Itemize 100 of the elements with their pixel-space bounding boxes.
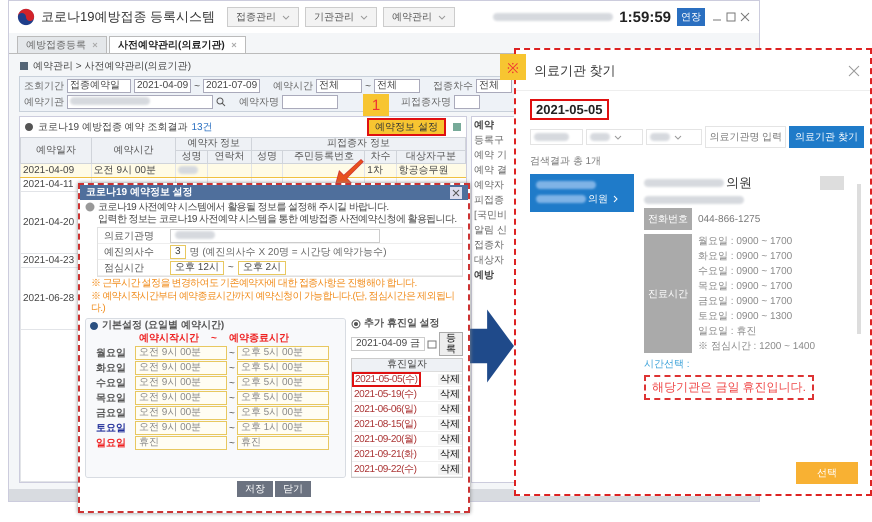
end-time-field[interactable]: 오후 5시 00분 <box>236 391 329 405</box>
patient-field[interactable] <box>454 95 480 109</box>
dialog-button[interactable]: 닫기 <box>275 481 311 497</box>
step-badge: 1 <box>363 94 389 116</box>
chevron-icon <box>613 194 618 202</box>
weekday-label: 월요일 <box>95 347 127 360</box>
excel-icon[interactable] <box>452 122 462 132</box>
clinic-name: 의원 <box>726 174 752 192</box>
reservation-settings-button[interactable]: 예약정보 설정 <box>367 118 446 136</box>
district-select[interactable] <box>586 129 643 145</box>
panel-title: 예약 <box>474 120 495 132</box>
column-header: 연락처 <box>207 150 252 164</box>
caret-icon <box>282 14 290 20</box>
start-time-field[interactable]: 오전 9시 00분 <box>135 391 227 405</box>
start-time-field[interactable]: 오전 9시 00분 <box>135 361 227 375</box>
dose-select[interactable]: 전체 <box>476 79 512 93</box>
delete-button[interactable]: 삭제 <box>438 374 462 384</box>
field-label: 접종차 <box>474 240 505 252</box>
search-icon[interactable] <box>216 97 226 107</box>
lunch-start-select[interactable]: 오후 12시 <box>170 260 224 274</box>
region-select[interactable] <box>530 129 583 145</box>
menu-dropdown[interactable]: 예약관리 <box>383 7 456 27</box>
result-count: 검색결과 총 1개 <box>530 155 602 168</box>
delete-button[interactable]: 삭제 <box>438 434 462 444</box>
end-time-field[interactable]: 휴진 <box>236 436 329 450</box>
holiday-date: 2021-05-05(수) <box>352 372 421 386</box>
field-label: [국민비 <box>474 210 508 222</box>
close-icon[interactable] <box>230 42 237 48</box>
delete-button[interactable]: 삭제 <box>438 388 462 400</box>
clinic-field[interactable] <box>67 95 213 109</box>
close-icon[interactable] <box>848 65 860 77</box>
delete-button[interactable]: 삭제 <box>438 418 462 430</box>
column-header: 예약일자 <box>20 138 92 164</box>
section-title: 기본설정 (요일별 예약시간) <box>102 320 224 332</box>
tab[interactable]: 예방접종등록 <box>17 36 107 53</box>
column-header: 예약종료시간 <box>228 333 289 345</box>
start-time-field[interactable]: 오전 9시 00분 <box>135 406 227 420</box>
end-time-field[interactable]: 오후 1시 00분 <box>236 421 329 435</box>
closed-notice: 해당기관은 금일 휴진입니다. <box>644 375 814 400</box>
menu-dropdown[interactable]: 접종관리 <box>227 7 300 27</box>
info-text: 입력한 정보는 코로나19 사전예약 시스템을 통한 예방접종 사전예약신청에 활용됩니다. <box>98 214 457 226</box>
start-time-field[interactable]: 오전 9시 00분 <box>135 376 227 390</box>
date-to-field[interactable]: 2021-07-09 <box>203 79 260 93</box>
redacted-cell <box>178 166 198 174</box>
time-from-select[interactable]: 전체 <box>316 79 362 93</box>
end-time-field[interactable]: 오후 5시 00분 <box>236 406 329 420</box>
delete-button[interactable]: 삭제 <box>438 404 462 414</box>
form-label: 예진의사수 <box>103 246 155 258</box>
end-time-field[interactable]: 오후 5시 00분 <box>236 346 329 360</box>
page-icon <box>19 61 29 71</box>
table-cell: 항공승무원 <box>398 164 449 176</box>
clinic-name-field[interactable]: 의료기관명 입력 <box>705 126 786 148</box>
delete-button[interactable]: 삭제 <box>438 464 462 474</box>
doctor-count-note: 명 (예진의사수 X 20명 = 시간당 예약가능수) <box>190 246 387 258</box>
field-label: 대상자 <box>474 255 505 267</box>
start-time-field[interactable]: 오전 9시 00분 <box>135 346 227 360</box>
find-clinic-button[interactable]: 의료기관 찾기 <box>789 126 864 148</box>
holiday-date-field[interactable]: 2021-04-09 금 <box>351 337 425 351</box>
booker-field[interactable] <box>282 95 338 109</box>
tab[interactable]: 사전예약관리(의료기관) <box>109 36 246 53</box>
start-time-field[interactable]: 휴진 <box>135 436 227 450</box>
date-from-field[interactable]: 2021-04-09 <box>134 79 192 93</box>
dialog-button[interactable]: 저장 <box>237 481 273 497</box>
end-time-field[interactable]: 오후 5시 00분 <box>236 361 329 375</box>
weekday-label: 수요일 <box>95 377 127 390</box>
window-controls-icon[interactable] <box>711 11 751 23</box>
range-separator: ~ <box>365 80 371 92</box>
hours-line: 화요일 : 0900 ~ 1700 <box>698 250 794 263</box>
info-icon <box>85 202 95 212</box>
result-card[interactable]: 의원 <box>530 174 634 212</box>
app-title: 코로나19예방접종 등록시스템 <box>41 8 216 26</box>
bullet-icon <box>24 122 34 132</box>
info-text: 코로나19 사전예약 시스템에서 활용될 정보를 설정해 주시길 바랍니다. <box>98 202 390 214</box>
weekday-label: 일요일 <box>95 437 127 450</box>
register-button[interactable]: 등록 <box>438 332 463 356</box>
filter-label: 조회기간 <box>24 80 64 93</box>
town-select[interactable] <box>646 129 702 145</box>
lunch-end-select[interactable]: 오후 2시 <box>238 260 286 274</box>
filter-label: 예약기관 <box>24 96 64 109</box>
weekday-label: 금요일 <box>95 407 127 420</box>
holiday-date: 2021-09-21(화) <box>353 448 418 460</box>
period-type-select[interactable]: 접종예약일 <box>67 79 131 93</box>
session-timer: 1:59:59 <box>619 8 671 26</box>
holiday-date: 2021-09-20(월) <box>353 432 418 446</box>
extend-button[interactable]: 연장 <box>677 8 705 26</box>
end-time-field[interactable]: 오후 5시 00분 <box>236 376 329 390</box>
field-label: 예약자 <box>474 180 505 192</box>
range-separator: ~ <box>228 262 234 273</box>
start-time-field[interactable]: 오전 9시 00분 <box>135 421 227 435</box>
date-field[interactable]: 2021-05-05 <box>530 99 608 120</box>
results-title: 코로나19 예방접종 예약 조회결과 <box>38 121 188 134</box>
hours-line: 목요일 : 0900 ~ 1700 <box>698 280 794 293</box>
calendar-icon[interactable] <box>426 339 437 349</box>
doctor-count-select[interactable]: 3 <box>170 244 186 258</box>
close-icon[interactable] <box>450 186 462 198</box>
delete-button[interactable]: 삭제 <box>438 448 462 460</box>
time-to-select[interactable]: 전체 <box>374 79 420 93</box>
clinic-name-field[interactable] <box>170 228 380 242</box>
menu-dropdown[interactable]: 기관관리 <box>305 7 378 27</box>
field-label: 예약 결 <box>474 165 508 177</box>
